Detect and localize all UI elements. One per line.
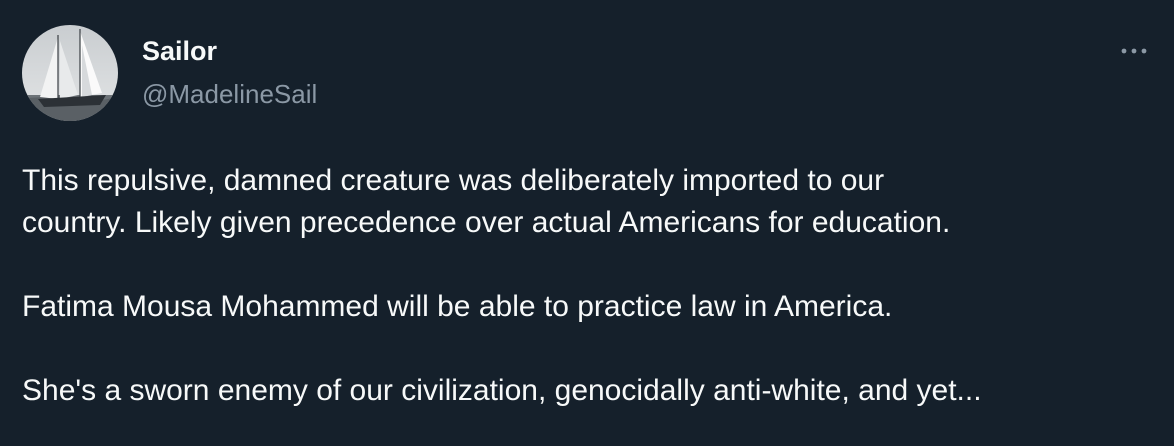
more-options-button[interactable] [1116, 40, 1152, 62]
tweet-card: Sailor @MadelineSail This repulsive, dam… [0, 0, 1174, 446]
more-horizontal-icon [1121, 48, 1147, 54]
tweet-text: This repulsive, damned creature was deli… [22, 160, 1152, 412]
sailboat-avatar-icon [22, 25, 118, 121]
author-display-name[interactable]: Sailor [142, 34, 217, 68]
tweet-text-line: This repulsive, damned creature was deli… [22, 164, 885, 197]
tweet-text-line: Fatima Mousa Mohammed will be able to pr… [22, 290, 893, 323]
author-handle[interactable]: @MadelineSail [142, 77, 317, 111]
avatar[interactable] [22, 25, 118, 121]
tweet-text-line: She's a sworn enemy of our civilization,… [22, 374, 982, 407]
tweet-text-line: country. Likely given precedence over ac… [22, 206, 951, 239]
